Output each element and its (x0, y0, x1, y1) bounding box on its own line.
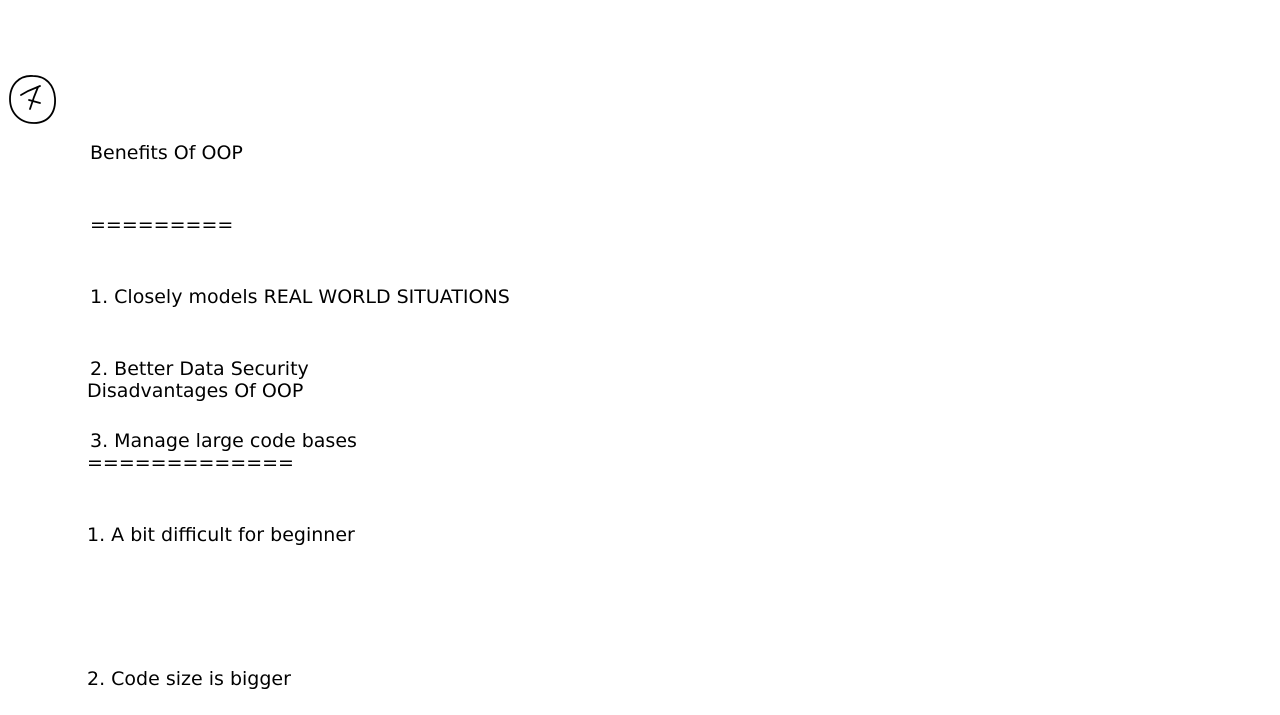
disadvantages-underline: ============= (87, 452, 294, 474)
circled-seven-mark-icon (9, 75, 56, 124)
benefits-title: Benefits Of OOP (90, 142, 243, 164)
disadvantage-item: 2. Code size is bigger (87, 668, 291, 690)
disadvantages-section: Disadvantages Of OOP ============= 1. A … (87, 331, 355, 715)
benefit-item: 1. Closely models REAL WORLD SITUATIONS (90, 286, 510, 308)
benefits-underline: ========= (90, 214, 234, 236)
disadvantage-item: 1. A bit difficult for beginner (87, 524, 355, 546)
disadvantages-title: Disadvantages Of OOP (87, 380, 304, 402)
